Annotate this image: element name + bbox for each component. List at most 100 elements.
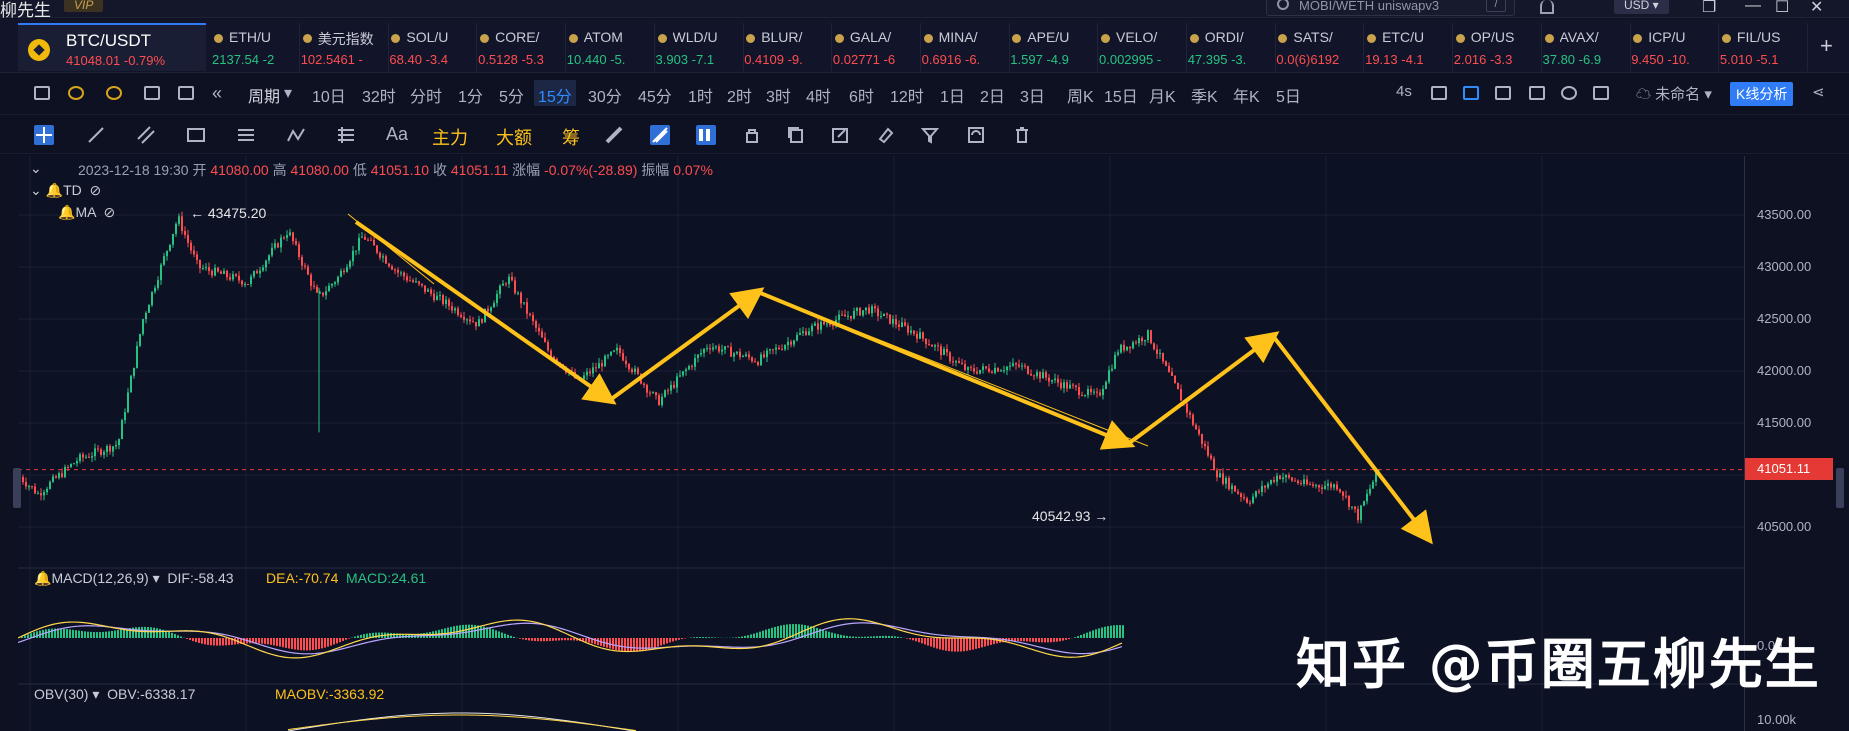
period-option[interactable]: 12时 (890, 83, 924, 107)
channel-tool-icon[interactable] (136, 125, 156, 145)
kline-analysis-button[interactable]: K线分析 (1730, 82, 1794, 106)
indicator-icon[interactable] (68, 86, 84, 100)
period-option[interactable]: 年K (1233, 83, 1260, 107)
current-symbol-tab[interactable]: BTC/USDT 41048.01 -0.79% (18, 23, 206, 71)
ticker-item[interactable]: APE/U 1.597 -4.9 (1010, 23, 1099, 71)
period-dropdown-icon[interactable]: ▾ (284, 83, 292, 103)
gann-tool-icon[interactable] (336, 125, 356, 145)
ticker-item[interactable]: GALA/0.02771 -6 (833, 23, 921, 71)
ticker-item[interactable]: OP/US 2.016 -3.3 (1454, 23, 1542, 71)
ticker-item[interactable]: ORDI/47.395 -3. (1188, 23, 1276, 71)
ticker-item[interactable]: ATOM 10.440 -5. (567, 23, 655, 71)
trendline-tool-icon[interactable] (86, 125, 106, 145)
draw-pen-icon[interactable] (1463, 86, 1479, 100)
ticker-item[interactable]: ETC/U 19.13 -4.1 (1365, 23, 1454, 71)
ticker-item[interactable]: ICP/U 9.450 -10. (1631, 23, 1720, 71)
ticker-item[interactable]: ETH/U 2137.54 -2 (212, 23, 300, 71)
period-option[interactable]: 周期 (248, 83, 280, 107)
period-option[interactable]: 30分 (588, 83, 622, 107)
settings-icon[interactable] (1561, 86, 1577, 100)
maximize-icon[interactable]: ☐ (1775, 0, 1789, 17)
big-order-tool[interactable]: 大额 (496, 124, 532, 150)
period-option[interactable]: 15分 (538, 83, 572, 107)
period-option[interactable]: 5日 (1276, 83, 1301, 107)
period-option[interactable]: 1时 (688, 83, 713, 107)
macd-histogram-bar (147, 626, 149, 638)
wave-tool-icon[interactable] (286, 125, 306, 145)
currency-select[interactable]: USD ▾ (1614, 0, 1669, 14)
period-option[interactable]: 分时 (410, 83, 442, 107)
search-input[interactable]: MOBI/WETH uniswapv3 / (1266, 0, 1515, 16)
ticker-item[interactable]: VELO/0.002995 - (1099, 23, 1187, 71)
candle-body (88, 456, 90, 458)
left-scroll-handle[interactable] (13, 468, 21, 508)
period-option[interactable]: 6时 (849, 83, 874, 107)
period-option[interactable]: 周K (1067, 83, 1094, 107)
copy-icon[interactable] (786, 125, 806, 145)
trash-icon[interactable] (1012, 125, 1032, 145)
ticker-item[interactable]: SOL/U 68.40 -3.4 (389, 23, 478, 71)
ruler-tool-icon[interactable] (604, 125, 624, 145)
period-option[interactable]: 季K (1191, 83, 1218, 107)
bell-icon[interactable] (1540, 0, 1554, 14)
eraser-icon[interactable] (876, 125, 896, 145)
refresh-interval[interactable]: 4s (1396, 83, 1412, 100)
calendar-icon[interactable] (144, 86, 160, 100)
collapse-indicators-icon[interactable]: ⌄ (30, 160, 42, 177)
camera-icon[interactable] (1431, 86, 1447, 100)
ticker-item[interactable]: WLD/U 3.903 -7.1 (656, 23, 744, 71)
vip-badge[interactable]: VIP (64, 0, 104, 12)
main-force-tool[interactable]: 主力 (432, 124, 468, 150)
replay-icon[interactable]: « (212, 83, 222, 104)
layout-icon[interactable] (178, 86, 194, 100)
layout-name[interactable]: ☁ 未命名 ▾ (1636, 83, 1712, 104)
period-option[interactable]: 3日 (1020, 83, 1045, 107)
ticker-item[interactable]: CORE/0.5128 -5.3 (478, 23, 567, 71)
ticker-item[interactable]: AVAX/37.80 -6.9 (1543, 23, 1631, 71)
period-option[interactable]: 4时 (806, 83, 831, 107)
ticker-item[interactable]: SATS/0.0(6)6192 (1276, 23, 1365, 71)
template-icon[interactable] (1529, 86, 1545, 100)
period-option[interactable]: 2日 (980, 83, 1005, 107)
ticker-item[interactable]: FIL/US 5.010 -5.1 (1720, 23, 1808, 71)
filter-icon[interactable] (920, 125, 940, 145)
rectangle-tool-icon[interactable] (186, 125, 206, 145)
indicator-ma[interactable]: 🔔MA ⊘ (58, 204, 115, 221)
crosshair-tool-icon[interactable] (34, 125, 54, 145)
ticker-item[interactable]: MINA/0.6916 -6. (922, 23, 1010, 71)
chart-type-icon[interactable] (34, 86, 50, 100)
restore-icon[interactable]: ❐ (1702, 0, 1716, 17)
ticker-item[interactable]: BLUR/0.4109 -9. (744, 23, 833, 71)
fibonacci-tool-icon[interactable] (236, 125, 256, 145)
period-option[interactable]: 5分 (499, 83, 524, 107)
add-ticker-button[interactable]: + (1820, 33, 1833, 59)
candle-body (199, 259, 201, 269)
period-option[interactable]: 2时 (727, 83, 752, 107)
period-option[interactable]: 1分 (458, 83, 483, 107)
alert-icon[interactable] (106, 86, 122, 100)
edit-icon[interactable] (830, 125, 850, 145)
fullscreen-icon[interactable] (1593, 86, 1609, 100)
sync-icon[interactable] (966, 125, 986, 145)
text-tool[interactable]: Aa (386, 124, 408, 145)
lock-drawing-icon[interactable] (696, 125, 716, 145)
ticker-item[interactable]: 美元指数 102.5461 - (301, 23, 389, 71)
minimize-icon[interactable]: — (1745, 0, 1761, 15)
export-icon[interactable] (1495, 86, 1511, 100)
period-option[interactable]: 32时 (362, 83, 396, 107)
period-option[interactable]: 月K (1149, 83, 1176, 107)
period-option[interactable]: 1日 (940, 83, 965, 107)
right-scroll-handle[interactable] (1836, 468, 1844, 508)
period-option[interactable]: 15日 (1104, 83, 1138, 107)
period-option[interactable]: 3时 (766, 83, 791, 107)
lock-icon[interactable] (742, 125, 762, 145)
indicator-td[interactable]: ⌄ 🔔TD ⊘ (30, 182, 101, 199)
period-option[interactable]: 45分 (638, 83, 672, 107)
chip-tool[interactable]: 筹 (562, 124, 580, 150)
share-icon[interactable]: ⋖ (1812, 83, 1825, 101)
magnet-tool-icon[interactable] (650, 125, 670, 145)
period-option[interactable]: 10日 (312, 83, 346, 107)
obv-label[interactable]: OBV(30) ▾ OBV:-6338.17 (34, 686, 195, 703)
close-icon[interactable]: ✕ (1810, 0, 1823, 17)
macd-label[interactable]: 🔔MACD(12,26,9) ▾ DIF:-58.43 (34, 570, 234, 587)
